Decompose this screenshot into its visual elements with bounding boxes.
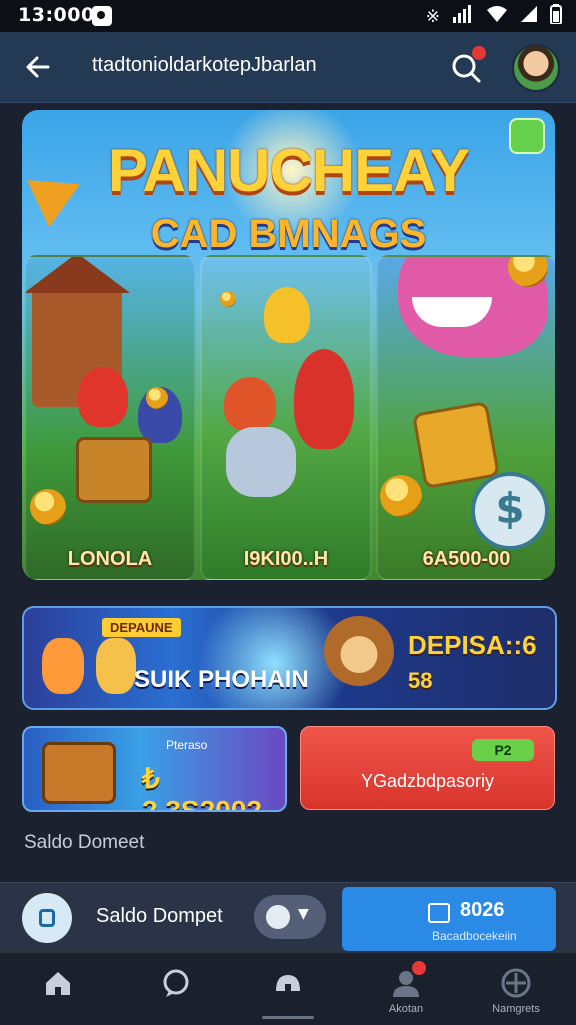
coin-icon [220, 291, 236, 307]
wallet-balance: 8026 [460, 899, 505, 921]
hero-banner[interactable]: PANUCHEAY CAD BMNAGS LONOLA I9KI00..H $ … [22, 110, 555, 580]
game-card[interactable]: $ 6A500-00 [376, 255, 555, 580]
promo-amount: 58 [408, 668, 433, 693]
bottom-nav: Akotan Namgrets [0, 952, 576, 1025]
chat-icon [163, 969, 189, 997]
game-card[interactable]: LONOLA [24, 255, 196, 580]
nav-item-more[interactable]: Namgrets [466, 953, 566, 1025]
back-arrow-icon[interactable] [20, 47, 56, 87]
treasure-chest-icon [76, 437, 152, 503]
game-card-label: 6A500-00 [422, 548, 511, 570]
notification-badge [472, 46, 486, 60]
search-button[interactable] [448, 46, 486, 86]
promo-tag: DEPAUNE [102, 618, 181, 637]
nav-item-chat[interactable] [126, 953, 226, 1025]
game-card-label: LONOLA [67, 548, 153, 570]
character-illustration [42, 638, 84, 694]
wallet-balance-button[interactable]: 8026 Bacadbocekeiin [342, 887, 556, 951]
notification-icon [92, 6, 112, 26]
coin-icon [380, 475, 422, 517]
character-illustration [224, 377, 276, 431]
game-card[interactable]: I9KI00..H [200, 255, 372, 580]
card-icon [428, 903, 450, 923]
deposit-button[interactable]: P2 YGadzbdpasoriy [300, 726, 555, 810]
grid-icon [501, 968, 531, 998]
jackpot-card[interactable]: Pteraso ₺ 2.3S2002 [22, 726, 287, 812]
wallet-balance-caption: Bacadbocekeiin [432, 929, 517, 943]
section-title: Saldo Domeet [24, 832, 145, 853]
promo-deposit-text: DEPISA::6 [408, 630, 537, 660]
promo-title: SUIK PHOHAIN [134, 666, 309, 693]
wallet-bar: Saldo Dompet ▼ 8026 Bacadbocekeiin [0, 882, 576, 953]
bluetooth-icon: ※ [425, 6, 440, 27]
home-icon [46, 972, 70, 995]
coin-icon [146, 387, 168, 409]
nav-item-home[interactable] [8, 953, 108, 1025]
deposit-button-label: YGadzbdpasoriy [360, 771, 495, 791]
bear-illustration [324, 616, 394, 686]
avatar[interactable] [512, 44, 560, 92]
character-illustration [264, 287, 310, 343]
status-time: 13:000 [18, 4, 95, 26]
currency-icon [266, 905, 290, 929]
chevron-down-icon: ▼ [298, 906, 309, 922]
jackpot-value: ₺ 2.3S2002 [142, 763, 262, 812]
wallet-icon[interactable] [22, 893, 72, 943]
hero-title: PANUCHEAY [107, 137, 470, 204]
crate-icon [411, 400, 501, 490]
character-illustration [294, 349, 354, 449]
jackpot-caption: Pteraso [166, 738, 208, 752]
promo-banner[interactable]: DEPAUNE SUIK PHOHAIN DEPISA::6 58 [22, 606, 557, 710]
deposit-badge: P2 [472, 739, 534, 761]
nav-label: Namgrets [492, 1003, 540, 1015]
nav-label: Akotan [388, 1003, 424, 1015]
wallet-selector[interactable]: ▼ [254, 895, 326, 939]
hero-subtitle: CAD BMNAGS [150, 212, 427, 256]
wolf-illustration [226, 427, 296, 497]
character-illustration [78, 367, 128, 427]
status-bar: 13:000 ※ [0, 0, 576, 32]
signal-icon [452, 5, 474, 28]
nav-item-games[interactable] [238, 953, 338, 1025]
wallet-label: Saldo Dompet [96, 905, 223, 927]
status-icons: ※ [426, 4, 562, 29]
game-card-label: I9KI00..H [243, 548, 329, 570]
battery-icon [550, 4, 562, 29]
treasure-chest-icon [42, 742, 116, 804]
character-illustration [96, 638, 136, 694]
page-title: ttadtonioldarkotepJbarlan [92, 54, 317, 76]
home-icon [276, 975, 300, 991]
nav-item-account[interactable]: Akotan [356, 953, 456, 1025]
network-icon [520, 5, 538, 28]
notification-badge [412, 961, 426, 975]
coin-icon [30, 489, 66, 525]
wifi-icon [486, 5, 508, 28]
dollar-coin-icon: $ [471, 472, 549, 550]
app-bar: ttadtonioldarkotepJbarlan [0, 32, 576, 103]
